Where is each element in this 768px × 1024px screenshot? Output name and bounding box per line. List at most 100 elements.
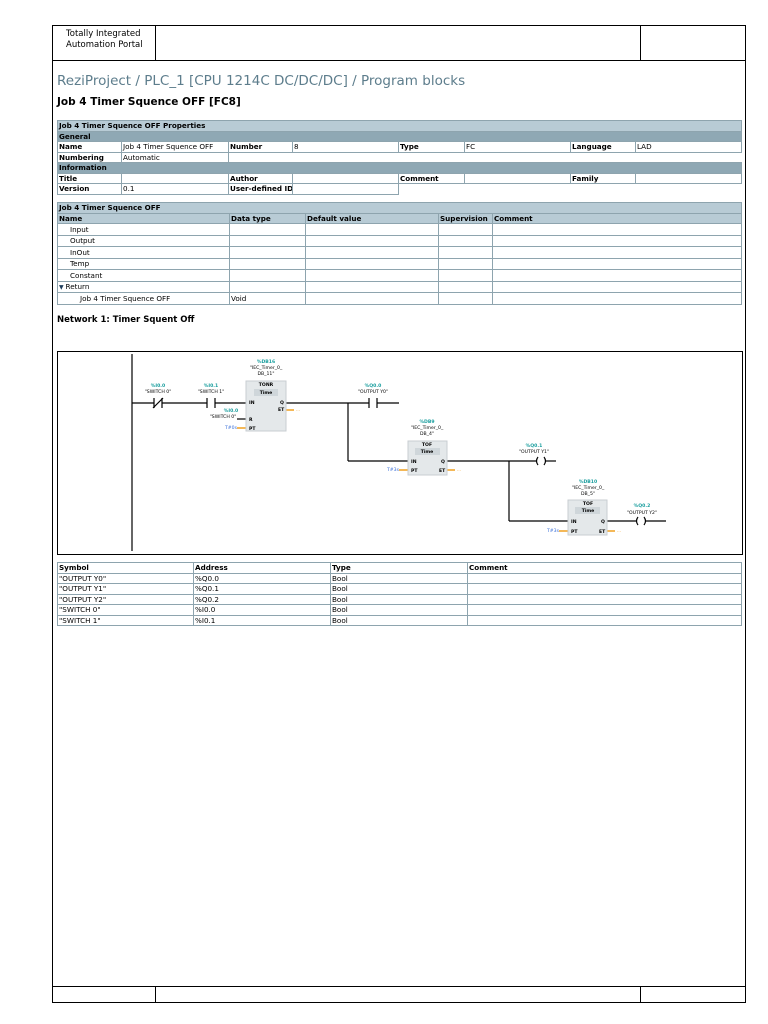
symbol-row: "OUTPUT Y2" %Q0.2 Bool: [57, 593, 742, 605]
properties-header: Job 4 Timer Squence OFF Properties: [56, 120, 743, 132]
type-label: Type: [398, 141, 465, 153]
col-default: Default value: [305, 212, 439, 224]
portal-line2: Automation Portal: [66, 40, 143, 50]
ladder-diagram: %I0.0 "SWITCH 0" %I0.1 "SWITCH 1" %DB16 …: [57, 351, 743, 555]
col-supervision: Supervision: [438, 212, 493, 224]
contact2-symbol: "SWITCH 1": [198, 389, 225, 395]
interface-empty-cell: [438, 257, 493, 270]
interface-row: Output: [57, 234, 743, 247]
tonr-instance: "IEC_Timer_0_: [250, 365, 283, 371]
symbol-address-cell: %I0.1: [193, 614, 331, 626]
contact-no-switch1: [206, 398, 216, 408]
interface-type-cell: [229, 246, 306, 259]
symbol-address-cell: %Q0.0: [193, 572, 331, 584]
tof2-instance-2: DB_5": [581, 491, 595, 497]
tof1-in-pin: IN: [411, 459, 417, 465]
symbol-type-cell: Bool: [330, 572, 468, 584]
numbering-value: Automatic: [121, 151, 229, 163]
interface-table: Job 4 Timer Squence OFF Name Data type D…: [56, 202, 743, 305]
interface-empty-cell: [438, 246, 493, 259]
interface-empty-cell: [305, 269, 439, 282]
symbol-row: "SWITCH 1" %I0.1 Bool: [57, 614, 742, 626]
interface-empty-cell: [491, 223, 743, 236]
interface-row: Job 4 Timer Squence OFF Void: [57, 292, 743, 305]
interface-name-cell: ▼ Return: [57, 280, 230, 293]
coil1-address: %Q0.1: [526, 443, 543, 449]
symbol-symbol-cell: "SWITCH 0": [57, 604, 194, 616]
version-label: Version: [57, 183, 122, 195]
symbol-type-cell: Bool: [330, 614, 468, 626]
comment-value: [464, 172, 571, 184]
tonr-r-symbol: "SWITCH 0": [210, 414, 237, 420]
contact3-address: %Q0.0: [365, 383, 382, 389]
contact-nc-switch0: [152, 397, 164, 409]
language-value: LAD: [634, 141, 743, 153]
page-title: ReziProject / PLC_1 [CPU 1214C DC/DC/DC]…: [57, 73, 466, 89]
interface-name-cell: Constant: [57, 269, 230, 282]
contact1-symbol: "SWITCH 0": [145, 389, 172, 395]
header-divider: [52, 60, 745, 61]
comment-label: Comment: [398, 172, 465, 184]
tof1-type: TOF: [422, 442, 432, 448]
symbol-symbol-cell: "SWITCH 1": [57, 614, 194, 626]
symbol-type-cell: Bool: [330, 604, 468, 616]
col-datatype: Data type: [229, 212, 306, 224]
interface-empty-cell: [491, 257, 743, 270]
interface-empty-cell: [491, 246, 743, 259]
interface-name-cell: InOut: [57, 246, 230, 259]
interface-name: Input: [70, 224, 89, 234]
symbol-symbol-cell: "OUTPUT Y2": [57, 593, 194, 605]
tof1-instance: "IEC_Timer_0_: [411, 425, 444, 431]
symbol-symbol-cell: "OUTPUT Y1": [57, 583, 194, 595]
col-address: Address: [193, 562, 331, 574]
coil2-symbol: "OUTPUT Y2": [627, 510, 657, 516]
col-comment: Comment: [491, 212, 743, 224]
tof1-pt-pin: PT: [411, 468, 418, 474]
interface-empty-cell: [438, 292, 493, 305]
type-value: FC: [464, 141, 571, 153]
symbol-address-cell: %I0.0: [193, 604, 331, 616]
tonr-instance-2: DB_11": [258, 371, 275, 377]
symbol-symbol-cell: "OUTPUT Y0": [57, 572, 194, 584]
interface-empty-cell: [491, 234, 743, 247]
blank-cell: [399, 184, 742, 195]
interface-empty-cell: [305, 234, 439, 247]
symbol-type-cell: Bool: [330, 593, 468, 605]
interface-name: Output: [70, 236, 95, 246]
interface-row: Constant: [57, 269, 743, 282]
interface-name-cell: Output: [57, 234, 230, 247]
portal-name: Totally Integrated Automation Portal: [66, 29, 143, 51]
symbol-row: "OUTPUT Y0" %Q0.0 Bool: [57, 572, 742, 584]
interface-row: Input: [57, 223, 743, 236]
contact2-address: %I0.1: [204, 383, 218, 389]
interface-name-cell: Input: [57, 223, 230, 236]
col-symbol: Symbol: [57, 562, 194, 574]
col-type: Type: [330, 562, 468, 574]
interface-name-cell: Job 4 Timer Squence OFF: [57, 292, 230, 305]
header-divider: [155, 25, 156, 60]
section-general: General: [56, 130, 743, 142]
version-value: 0.1: [121, 183, 229, 195]
header-divider: [640, 25, 641, 60]
symbol-table: Symbol Address Type Comment "OUTPUT Y0"%…: [57, 562, 742, 626]
symbol-row: "OUTPUT Y1" %Q0.1 Bool: [57, 583, 742, 595]
col-comment: Comment: [467, 562, 742, 574]
symbol-address-cell: %Q0.1: [193, 583, 331, 595]
tof1-instance-2: DB_4": [420, 431, 434, 437]
tof2-instance: "IEC_Timer_0_: [572, 485, 605, 491]
tonr-time: Time: [260, 390, 273, 396]
interface-name: Return: [65, 281, 90, 291]
tof2-et-value: ...: [617, 529, 621, 534]
interface-row: InOut: [57, 246, 743, 259]
ladder-svg: %I0.0 "SWITCH 0" %I0.1 "SWITCH 1" %DB16 …: [131, 354, 666, 551]
contact3-symbol: "OUTPUT Y0": [358, 389, 388, 395]
symbol-comment-cell: [467, 593, 742, 605]
tonr-pt-value: T#0s: [224, 425, 238, 431]
interface-name: InOut: [70, 247, 90, 257]
interface-empty-cell: [438, 234, 493, 247]
name-label: Name: [57, 141, 122, 153]
interface-name: Job 4 Timer Squence OFF: [80, 293, 171, 303]
tof2-et-pin: ET: [599, 529, 606, 535]
symbol-comment-cell: [467, 614, 742, 626]
interface-type-cell: Void: [229, 292, 306, 305]
